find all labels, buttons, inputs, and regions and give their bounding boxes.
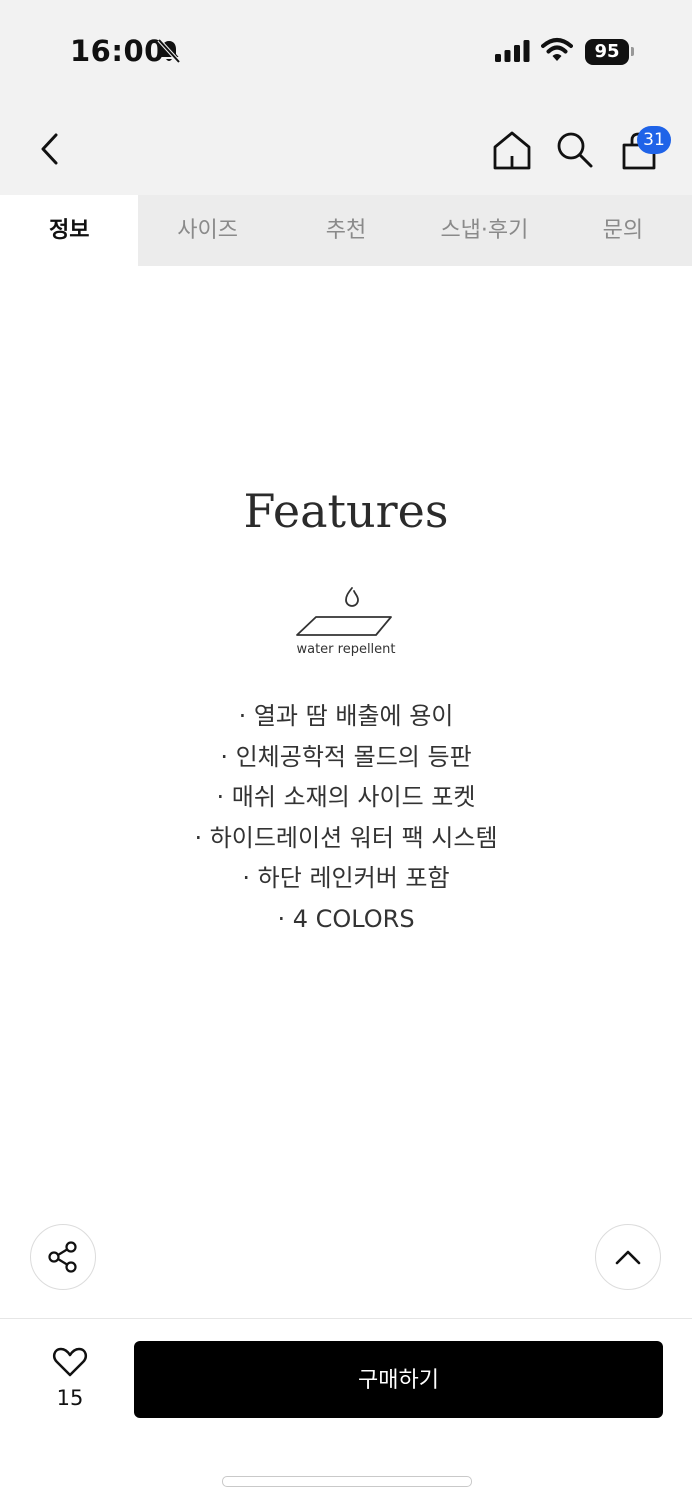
feature-item: · 하이드레이션 워터 팩 시스템 [194, 823, 498, 852]
search-icon[interactable] [556, 131, 594, 169]
back-icon[interactable] [36, 132, 64, 166]
heart-icon[interactable] [52, 1346, 88, 1378]
status-time: 16:00 [70, 34, 165, 68]
bell-slash-icon [157, 38, 181, 64]
battery-tip [631, 47, 634, 56]
share-button[interactable] [30, 1224, 96, 1290]
buy-button[interactable]: 구매하기 [134, 1341, 663, 1418]
nav-bar [0, 100, 692, 195]
features-title: Features [243, 484, 449, 538]
scroll-top-button[interactable] [595, 1224, 661, 1290]
tab-bar: 정보 사이즈 추천 스냅·후기 문의 [0, 195, 692, 266]
tab-inquiry[interactable]: 문의 [554, 195, 692, 266]
share-icon [48, 1241, 77, 1273]
cart-count-badge[interactable]: 31 [637, 126, 671, 154]
feature-item: · 4 COLORS [277, 904, 415, 933]
home-icon[interactable] [491, 130, 533, 170]
home-indicator [222, 1476, 472, 1487]
feature-item: · 하단 레인커버 포함 [242, 864, 450, 892]
wifi-icon [541, 38, 573, 61]
like-count: 15 [56, 1386, 84, 1410]
tab-size[interactable]: 사이즈 [138, 195, 276, 266]
battery-level: 95 [585, 39, 629, 65]
feature-item: · 인체공학적 몰드의 등판 [220, 742, 472, 771]
chevron-up-icon [615, 1250, 641, 1265]
water-repellent-icon [296, 587, 392, 636]
status-bar: 16:00 95 [0, 0, 692, 100]
feature-item: · 매쉬 소재의 사이드 포켓 [216, 783, 476, 811]
signal-icon [495, 40, 530, 62]
feature-item: · 열과 땀 배출에 용이 [238, 702, 454, 730]
tab-snap-review[interactable]: 스냅·후기 [415, 195, 553, 266]
feature-list: · 열과 땀 배출에 용이 · 인체공학적 몰드의 등판 · 매쉬 소재의 사이… [0, 696, 692, 939]
water-repellent-label: water repellent [296, 642, 396, 657]
tab-info[interactable]: 정보 [0, 195, 139, 266]
tab-recommend[interactable]: 추천 [277, 195, 415, 266]
